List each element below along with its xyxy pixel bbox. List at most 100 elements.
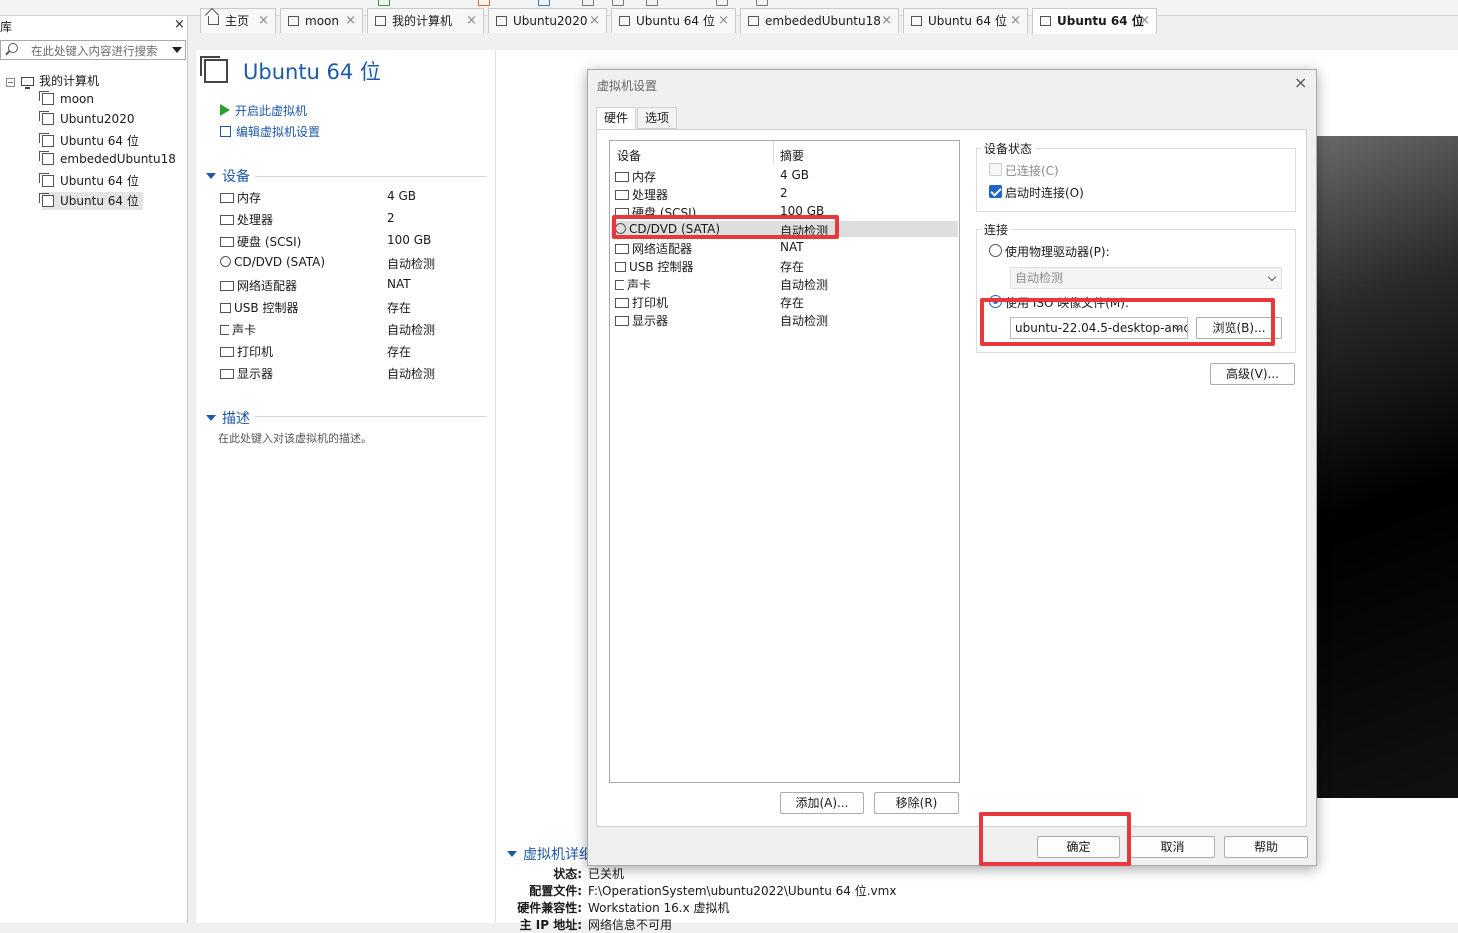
start-vm-label: 开启此虚拟机: [235, 104, 308, 118]
device-list-row[interactable]: 声卡: [615, 276, 651, 293]
device-name: 显示器: [237, 367, 274, 381]
search-dropdown-icon[interactable]: [172, 47, 182, 53]
devices-section-header[interactable]: 设备: [206, 166, 250, 186]
tab-close-icon[interactable]: ×: [589, 9, 600, 33]
device-list-row[interactable]: 处理器: [615, 186, 668, 203]
tab-my-computer[interactable]: 我的计算机 ×: [367, 8, 484, 33]
device-list-row[interactable]: 打印机: [615, 294, 668, 311]
start-vm-link[interactable]: 开启此虚拟机: [220, 102, 307, 119]
library-close-icon[interactable]: ×: [174, 17, 185, 32]
tab-close-icon[interactable]: ×: [466, 9, 477, 33]
play-icon: [220, 104, 230, 116]
edit-vm-settings-link[interactable]: 编辑虚拟机设置: [220, 123, 320, 140]
device-value: 自动检测: [387, 367, 436, 381]
device-list-row[interactable]: 显示器: [615, 312, 668, 329]
device-name: 处理器: [632, 188, 669, 202]
tree-item-selected[interactable]: Ubuntu 64 位: [39, 192, 143, 210]
device-row[interactable]: 内存: [220, 189, 261, 206]
collapse-icon[interactable]: −: [6, 78, 15, 87]
tab-close-icon[interactable]: ×: [258, 9, 269, 33]
device-name: 内存: [632, 170, 657, 184]
connected-checkbox[interactable]: [989, 163, 1002, 176]
dialog-close-icon[interactable]: ×: [1294, 73, 1307, 92]
library-search-input[interactable]: 在此处键入内容进行搜索: [0, 40, 186, 60]
device-name: USB 控制器: [234, 301, 299, 315]
device-list-row[interactable]: 网络适配器: [615, 240, 692, 257]
tab-close-icon[interactable]: ×: [881, 9, 892, 33]
sound-icon: [220, 325, 229, 335]
thumbnail-icon[interactable]: [756, 0, 768, 6]
tab-embededubuntu18[interactable]: embededUbuntu18 ×: [740, 8, 899, 33]
add-device-button[interactable]: 添加(A)...: [780, 792, 864, 814]
device-list-row[interactable]: 内存: [615, 168, 656, 185]
device-row[interactable]: 处理器: [220, 211, 273, 228]
tab-ubuntu-64[interactable]: Ubuntu 64 位 ×: [903, 8, 1028, 33]
device-name: 打印机: [237, 345, 274, 359]
tab-close-icon[interactable]: ×: [1139, 9, 1150, 33]
device-name: 内存: [237, 191, 262, 205]
device-status-title: 设备状态: [981, 140, 1036, 157]
description-placeholder[interactable]: 在此处键入对该虚拟机的描述。: [218, 430, 372, 446]
remove-device-button[interactable]: 移除(R): [874, 792, 959, 814]
connect-on-start-checkbox[interactable]: [989, 185, 1002, 198]
tree-item-label: Ubuntu2020: [60, 112, 135, 126]
tree-root-my-computer[interactable]: − 我的计算机: [6, 72, 99, 90]
device-name: 声卡: [232, 323, 257, 337]
printer-icon: [615, 298, 629, 308]
tree-item[interactable]: Ubuntu 64 位: [39, 132, 139, 150]
display-icon: [220, 369, 234, 379]
detail-key: 状态:: [553, 867, 582, 881]
description-section-header[interactable]: 描述: [206, 408, 250, 428]
snapshot-icon[interactable]: [478, 0, 490, 6]
tab-close-icon[interactable]: ×: [718, 9, 729, 33]
device-row[interactable]: CD/DVD (SATA): [220, 255, 325, 269]
physical-drive-select[interactable]: 自动检测: [1010, 267, 1282, 289]
memory-icon: [220, 193, 234, 203]
tab-ubuntu-64-active[interactable]: Ubuntu 64 位 ×: [1032, 8, 1157, 34]
vm-preview-thumbnail[interactable]: [1310, 136, 1458, 798]
highlight-cd-dvd-row: [612, 215, 839, 239]
device-list-row[interactable]: USB 控制器: [615, 258, 693, 275]
fullscreen-icon[interactable]: [612, 0, 624, 6]
view-icon[interactable]: [582, 0, 594, 6]
computer-icon: [375, 16, 386, 26]
tree-item[interactable]: Ubuntu2020: [39, 111, 135, 130]
tab-ubuntu2020[interactable]: Ubuntu2020 ×: [488, 8, 607, 33]
tree-item[interactable]: embededUbuntu18: [39, 151, 176, 170]
device-row[interactable]: 网络适配器: [220, 277, 297, 294]
device-row[interactable]: USB 控制器: [220, 299, 298, 316]
power-on-icon[interactable]: [378, 0, 390, 6]
console-icon[interactable]: [716, 0, 728, 6]
device-row[interactable]: 打印机: [220, 343, 273, 360]
device-row[interactable]: 显示器: [220, 365, 273, 382]
search-icon: [8, 43, 18, 53]
tab-moon[interactable]: moon ×: [280, 8, 363, 33]
tab-label: Ubuntu 64 位: [928, 14, 1007, 28]
cancel-button[interactable]: 取消: [1130, 836, 1215, 858]
column-header-device[interactable]: 设备: [617, 147, 641, 164]
tab-close-icon[interactable]: ×: [1010, 9, 1021, 33]
usb-icon: [220, 303, 231, 313]
tree-item[interactable]: Ubuntu 64 位: [39, 172, 139, 190]
tab-options[interactable]: 选项: [637, 107, 678, 129]
use-physical-drive-radio[interactable]: [989, 244, 1002, 257]
detail-key: 主 IP 地址:: [519, 918, 582, 932]
tab-close-icon[interactable]: ×: [345, 9, 356, 33]
tab-hardware[interactable]: 硬件: [596, 107, 637, 130]
unity-icon[interactable]: [646, 0, 658, 6]
hard-disk-icon: [220, 237, 234, 247]
edit-icon: [220, 126, 231, 137]
tree-item[interactable]: moon: [39, 91, 94, 110]
tab-ubuntu-64[interactable]: Ubuntu 64 位 ×: [611, 8, 736, 33]
column-header-summary[interactable]: 摘要: [780, 147, 804, 164]
advanced-button[interactable]: 高级(V)...: [1210, 363, 1295, 385]
device-name: 处理器: [237, 213, 274, 227]
revert-icon[interactable]: [538, 0, 550, 6]
help-button[interactable]: 帮助: [1224, 836, 1308, 858]
device-row[interactable]: 声卡: [220, 321, 256, 338]
tab-home[interactable]: 主页 ×: [200, 8, 276, 33]
tab-label: 我的计算机: [392, 14, 453, 28]
device-row[interactable]: 硬盘 (SCSI): [220, 233, 301, 250]
vm-icon: [39, 151, 54, 165]
dialog-title: 虚拟机设置: [597, 79, 658, 93]
